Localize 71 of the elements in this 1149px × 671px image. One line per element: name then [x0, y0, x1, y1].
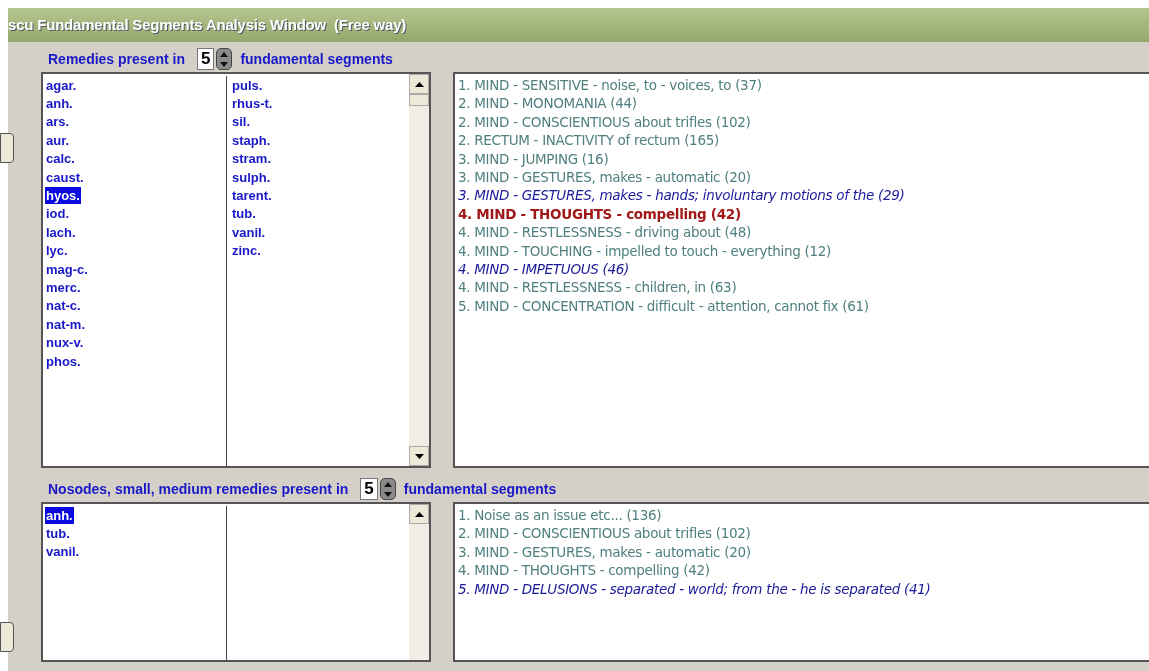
section-label: Nosodes, small, medium remedies present in	[48, 479, 349, 499]
remedy-item[interactable]: ars.	[45, 113, 71, 131]
remedy-item[interactable]: lyc.	[45, 242, 69, 260]
remedy-item[interactable]: sulph.	[231, 168, 272, 186]
rubric-item[interactable]: 2. MIND - CONSCIENTIOUS about trifles (102)	[458, 111, 751, 133]
rubric-item[interactable]: 2. RECTUM - INACTIVITY of rectum (165)	[458, 130, 719, 151]
rubric-item[interactable]: 1. Noise as an issue etc... (136)	[458, 505, 662, 526]
remedy-item[interactable]: vanil.	[231, 223, 267, 241]
rubric-item[interactable]: 5. MIND - DELUSIONS - separated - world; from the - he is separated (41)	[458, 578, 931, 599]
remedy-item[interactable]: rhus-t.	[231, 95, 274, 113]
remedy-item[interactable]: iod.	[45, 205, 71, 223]
remedy-item[interactable]: phos.	[45, 352, 82, 370]
remedy-item[interactable]: stram.	[231, 150, 273, 168]
remedy-item[interactable]: hyos.	[45, 187, 81, 205]
remedy-item[interactable]: calc.	[45, 150, 76, 168]
remedy-item[interactable]: tub.	[45, 525, 71, 543]
rubric-item[interactable]: 3. MIND - GESTURES, makes - hands; involuntary motions of the (29)	[458, 185, 905, 206]
scroll-down-button[interactable]	[409, 446, 429, 466]
remedy-item[interactable]: tub.	[231, 205, 257, 223]
up-arrow-icon	[220, 51, 229, 57]
remedy-item[interactable]: tarent.	[231, 187, 273, 205]
remedy-item[interactable]: vanil.	[45, 543, 81, 561]
rubric-item[interactable]: 3. MIND - GESTURES, makes - automatic (20)	[458, 541, 751, 563]
remedy-item[interactable]: nat-m.	[45, 315, 86, 333]
up-arrow-icon	[383, 481, 392, 487]
rubric-item[interactable]: 3. MIND - GESTURES, makes - automatic (20)	[458, 167, 751, 188]
section-label: fundamental segments	[403, 479, 557, 499]
remedy-item[interactable]: anh.	[45, 95, 74, 113]
rubric-item[interactable]: 4. MIND - TOUCHING - impelled to touch - everything (12)	[458, 240, 831, 261]
remedy-item[interactable]: lach.	[45, 223, 77, 241]
remedy-item[interactable]: mag-c.	[45, 260, 89, 278]
remedy-item[interactable]: nat-c.	[45, 297, 82, 315]
rubric-item[interactable]: 2. MIND - CONSCIENTIOUS about trifles (102)	[458, 523, 751, 544]
scroll-up-button[interactable]	[409, 74, 429, 94]
down-arrow-icon	[220, 61, 229, 67]
spin-button[interactable]	[379, 478, 396, 500]
remedy-item[interactable]: merc.	[45, 279, 82, 296]
rubric-item[interactable]: 4. MIND - THOUGHTS - compelling (42)	[458, 203, 741, 225]
rubric-item[interactable]: 3. MIND - JUMPING (16)	[458, 148, 609, 169]
scroll-up-button[interactable]	[409, 504, 429, 524]
remedy-item[interactable]: puls.	[231, 76, 264, 94]
rubric-item[interactable]: 4. MIND - RESTLESSNESS - driving about (48)	[458, 222, 751, 243]
rubric-item[interactable]: 4. MIND - RESTLESSNESS - children, in (63)	[458, 277, 737, 298]
remedy-item[interactable]: anh.	[45, 506, 74, 524]
scrollbar[interactable]	[409, 504, 429, 660]
side-button[interactable]	[0, 133, 14, 163]
remedy-item[interactable]: caust.	[45, 168, 85, 186]
remedy-item[interactable]: zinc.	[231, 242, 262, 260]
section-label: fundamental segments	[240, 49, 393, 69]
rubric-item[interactable]: 2. MIND - MONOMANIA (44)	[458, 93, 637, 114]
spin-button[interactable]	[216, 48, 233, 70]
side-button[interactable]	[0, 622, 14, 652]
rubric-item[interactable]: 4. MIND - IMPETUOUS (46)	[458, 259, 630, 280]
remedy-item[interactable]: sil.	[231, 113, 252, 131]
down-arrow-icon	[383, 491, 392, 497]
window-title: scu Fundamental Segments Analysis Window (Free way)	[8, 14, 407, 35]
count-field[interactable]: 5	[196, 48, 215, 70]
remedy-item[interactable]: nux-v.	[45, 334, 85, 352]
scrollbar[interactable]	[409, 74, 429, 466]
remedy-item[interactable]: aur.	[45, 131, 71, 149]
down-arrow-icon	[414, 453, 424, 459]
up-arrow-icon	[414, 511, 424, 517]
rubric-item[interactable]: 4. MIND - THOUGHTS - compelling (42)	[458, 560, 710, 581]
count-field[interactable]: 5	[360, 478, 378, 500]
remedy-item[interactable]: staph.	[231, 131, 272, 149]
remedy-item[interactable]: agar.	[45, 76, 78, 94]
scroll-thumb[interactable]	[409, 94, 429, 106]
section-label: Remedies present in	[48, 49, 185, 69]
rubric-item[interactable]: 5. MIND - CONCENTRATION - difficult - attention, cannot fix (61)	[458, 295, 869, 316]
rubric-item[interactable]: 1. MIND - SENSITIVE - noise, to - voices, to (37)	[458, 75, 762, 96]
up-arrow-icon	[414, 81, 424, 87]
